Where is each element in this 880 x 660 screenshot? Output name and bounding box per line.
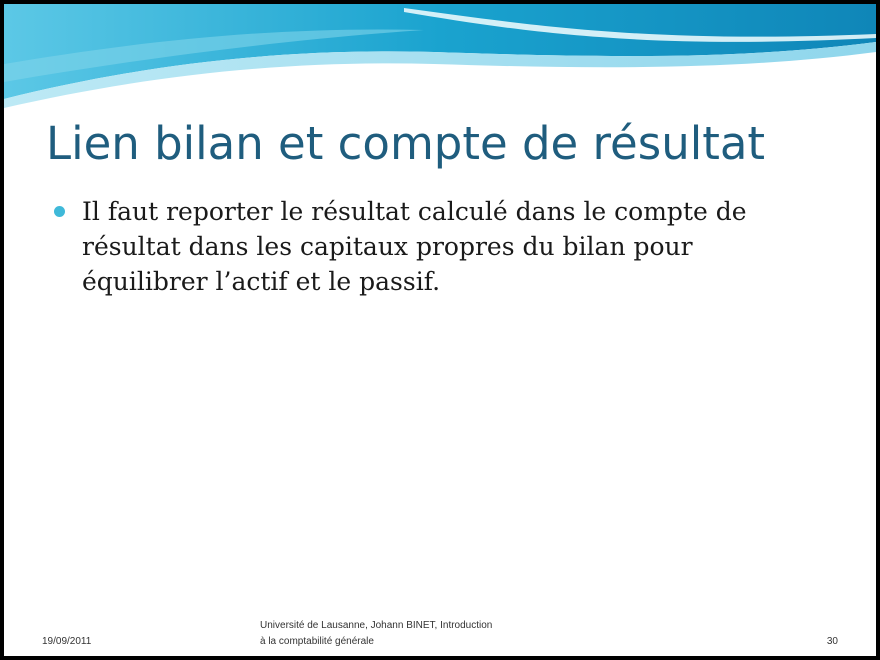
bullet-dot-icon (54, 206, 65, 217)
bullet-text: Il faut reporter le résultat calculé dan… (82, 197, 747, 296)
footer-source: Université de Lausanne, Johann BINET, In… (260, 618, 600, 650)
bullet-item: Il faut reporter le résultat calculé dan… (54, 194, 814, 299)
footer-date: 19/09/2011 (42, 636, 92, 647)
footer-page-number: 30 (826, 636, 838, 647)
bullet-list: Il faut reporter le résultat calculé dan… (54, 194, 814, 299)
footer-source-line1: Université de Lausanne, Johann BINET, In… (260, 620, 493, 631)
header-wave-decoration (4, 4, 876, 108)
slide-title: Lien bilan et compte de résultat (46, 117, 766, 170)
slide: Lien bilan et compte de résultat Il faut… (4, 4, 876, 656)
footer-source-line2: à la comptabilité générale (260, 636, 374, 647)
